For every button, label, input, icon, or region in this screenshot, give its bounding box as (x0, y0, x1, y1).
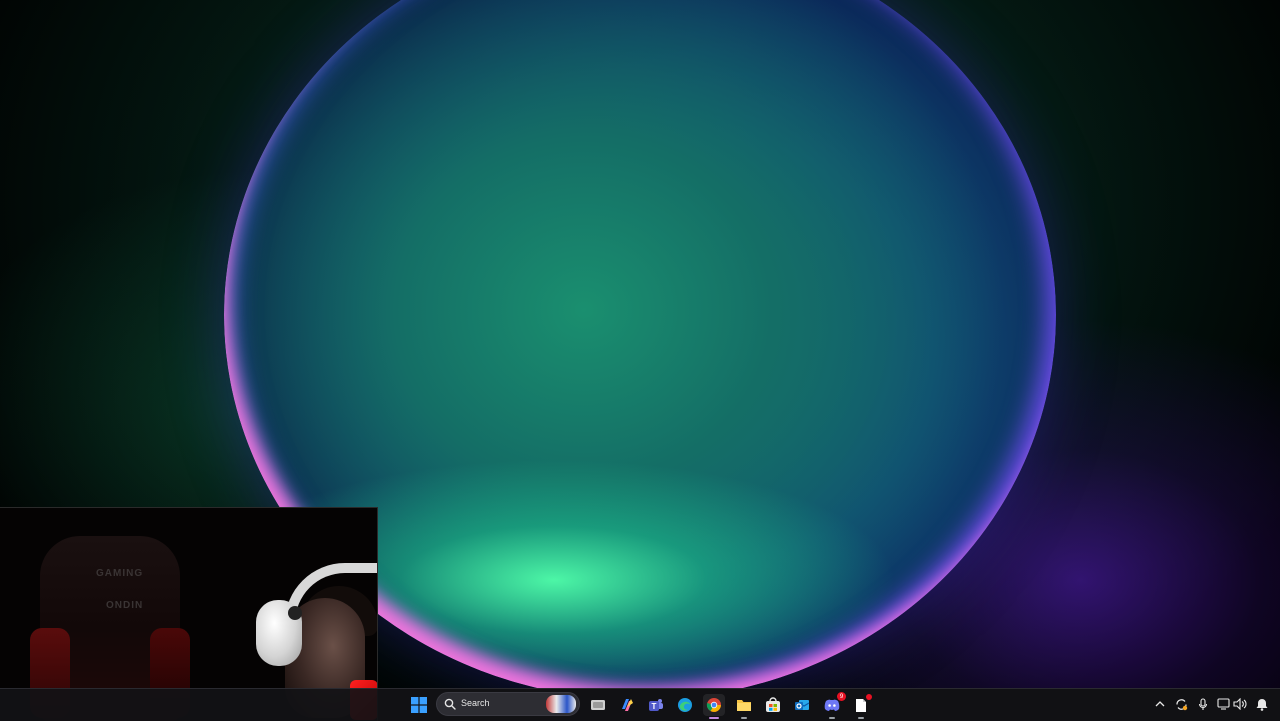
chair-text-bottom: ONDIN (106, 600, 144, 611)
notification-icon (1256, 698, 1268, 711)
chrome-icon (706, 698, 721, 712)
discord-badge: 9 (837, 692, 846, 701)
running-indicator (709, 717, 719, 719)
outlook-button[interactable] (791, 694, 813, 716)
copilot-button[interactable] (616, 694, 638, 716)
teams-button[interactable]: T (645, 694, 667, 716)
taskbar-search-box[interactable]: Search (436, 692, 580, 716)
notification-center-button[interactable] (1255, 697, 1269, 711)
chrome-button[interactable] (703, 694, 725, 719)
document-icon (856, 698, 866, 712)
outlook-icon (795, 700, 810, 710)
microphone-tray-button[interactable] (1196, 697, 1210, 711)
running-indicator (858, 717, 864, 719)
store-icon (766, 697, 780, 712)
running-indicator (741, 717, 747, 719)
svg-text:T: T (652, 702, 657, 711)
search-label: Search (461, 698, 490, 708)
monitor-icon (1216, 698, 1230, 710)
search-highlight-art (546, 695, 576, 713)
teams-icon: T (649, 699, 663, 711)
microphone-icon (1198, 697, 1208, 710)
sync-icon (1175, 698, 1187, 710)
chevron-up-icon (1155, 701, 1165, 707)
volume-tray-button[interactable] (1233, 697, 1247, 711)
task-view-icon (591, 700, 605, 710)
display-tray-button[interactable] (1216, 697, 1230, 711)
headset-earcup-dot (288, 606, 302, 620)
folder-icon (737, 700, 751, 711)
notes-badge (866, 694, 872, 700)
speaker-icon (1233, 698, 1247, 710)
task-view-button[interactable] (587, 694, 609, 716)
notes-app-button[interactable] (850, 694, 872, 719)
file-explorer-button[interactable] (733, 694, 755, 719)
edge-button[interactable] (674, 694, 696, 716)
chair-text-top: GAMING (96, 568, 144, 579)
search-icon (444, 698, 456, 710)
copilot-icon (622, 699, 633, 711)
edge-icon (678, 698, 692, 712)
taskbar: Search T 9 (0, 688, 1280, 721)
start-button[interactable] (408, 694, 430, 716)
discord-button[interactable]: 9 (821, 692, 846, 719)
discord-icon (824, 699, 840, 711)
microsoft-store-button[interactable] (762, 694, 784, 716)
sync-status-button[interactable] (1174, 697, 1188, 711)
windows-logo-icon (411, 697, 427, 713)
running-indicator (829, 717, 835, 719)
show-hidden-icons-button[interactable] (1153, 697, 1167, 711)
